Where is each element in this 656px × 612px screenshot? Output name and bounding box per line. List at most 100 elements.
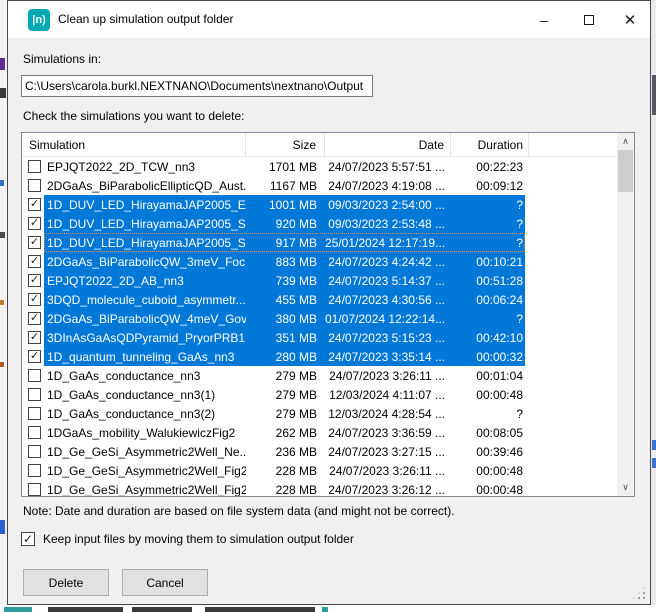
background-window-sliver <box>4 607 32 612</box>
row-simulation-name: 1D_Ge_GeSi_Asymmetric2Well_Fig2 <box>44 483 246 497</box>
row-simulation-name: 1D_DUV_LED_HirayamaJAP2005_SL... <box>44 236 246 250</box>
row-checkbox-checked[interactable]: ✓ <box>28 217 41 230</box>
row-checkbox[interactable] <box>28 426 41 439</box>
row-checkbox-checked[interactable]: ✓ <box>28 293 41 306</box>
table-row[interactable]: 2DGaAs_BiParabolicEllipticQD_Aust...1167… <box>22 176 617 195</box>
list-header: Simulation Size Date Duration <box>22 133 617 157</box>
cancel-button[interactable]: Cancel <box>122 569 208 596</box>
table-row[interactable]: 1D_GaAs_conductance_nn3(1)279 MB12/03/20… <box>22 385 617 404</box>
list-scrollbar[interactable]: ∧ ∨ <box>617 133 634 496</box>
column-header-size[interactable]: Size <box>246 133 325 157</box>
simulations-in-label: Simulations in: <box>23 52 101 66</box>
scrollbar-thumb[interactable] <box>618 150 633 192</box>
row-duration: 00:42:10 <box>451 331 525 345</box>
row-date: 09/03/2023 2:54:00 ... <box>325 198 451 212</box>
row-checkbox-checked[interactable]: ✓ <box>28 312 41 325</box>
row-body[interactable]: 1D_GaAs_conductance_nn3279 MB24/07/2023 … <box>44 366 525 385</box>
minimize-icon: – <box>540 12 548 28</box>
row-body[interactable]: 3DInAsGaAsQDPyramid_PryorPRB1...351 MB24… <box>44 328 525 347</box>
row-size: 279 MB <box>246 369 325 383</box>
row-date: 24/07/2023 5:15:23 ... <box>325 331 451 345</box>
row-body[interactable]: 1D_DUV_LED_HirayamaJAP2005_SL...917 MB25… <box>44 233 525 252</box>
close-button[interactable]: ✕ <box>608 1 652 38</box>
table-row[interactable]: ✓1D_DUV_LED_HirayamaJAP2005_EB...1001 MB… <box>22 195 617 214</box>
background-window-sliver <box>132 607 192 612</box>
row-size: 351 MB <box>246 331 325 345</box>
table-row[interactable]: ✓3DQD_molecule_cuboid_asymmetr...455 MB2… <box>22 290 617 309</box>
row-checkbox[interactable] <box>28 445 41 458</box>
row-duration: 00:06:24 <box>451 293 525 307</box>
table-row[interactable]: ✓EPJQT2022_2D_AB_nn3739 MB24/07/2023 5:1… <box>22 271 617 290</box>
scrollbar-up-icon[interactable]: ∧ <box>617 133 634 150</box>
scrollbar-down-icon[interactable]: ∨ <box>617 479 634 496</box>
row-body[interactable]: 1DGaAs_mobility_WalukiewiczFig2262 MB24/… <box>44 423 525 442</box>
row-checkbox-checked[interactable]: ✓ <box>28 331 41 344</box>
delete-button[interactable]: Delete <box>23 569 109 596</box>
row-simulation-name: 1D_Ge_GeSi_Asymmetric2Well_Ne... <box>44 445 246 459</box>
row-body[interactable]: 2DGaAs_BiParabolicEllipticQD_Aust...1167… <box>44 176 525 195</box>
table-row[interactable]: ✓1D_quantum_tunneling_GaAs_nn3280 MB24/0… <box>22 347 617 366</box>
row-checkbox[interactable] <box>28 483 41 496</box>
row-date: 24/07/2023 4:24:42 ... <box>325 255 451 269</box>
column-header-simulation[interactable]: Simulation <box>22 133 246 157</box>
table-row[interactable]: 1D_Ge_GeSi_Asymmetric2Well_Ne...236 MB24… <box>22 442 617 461</box>
keep-input-files-label: Keep input files by moving them to simul… <box>43 532 354 546</box>
row-body[interactable]: EPJQT2022_2D_AB_nn3739 MB24/07/2023 5:14… <box>44 271 525 290</box>
row-checkbox[interactable] <box>28 407 41 420</box>
table-row[interactable]: EPJQT2022_2D_TCW_nn31701 MB24/07/2023 5:… <box>22 157 617 176</box>
row-body[interactable]: 1D_Ge_GeSi_Asymmetric2Well_Fig2228 MB24/… <box>44 480 525 496</box>
row-checkbox-checked[interactable]: ✓ <box>28 274 41 287</box>
row-simulation-name: 1DGaAs_mobility_WalukiewiczFig2 <box>44 426 246 440</box>
row-duration: ? <box>451 407 525 421</box>
row-simulation-name: 2DGaAs_BiParabolicEllipticQD_Aust... <box>44 179 246 193</box>
row-simulation-name: EPJQT2022_2D_AB_nn3 <box>44 274 246 288</box>
row-checkbox-checked[interactable]: ✓ <box>28 255 41 268</box>
row-checkbox[interactable] <box>28 388 41 401</box>
row-body[interactable]: 1D_DUV_LED_HirayamaJAP2005_SL...920 MB09… <box>44 214 525 233</box>
row-checkbox-checked[interactable]: ✓ <box>28 350 41 363</box>
table-row[interactable]: 1D_GaAs_conductance_nn3(2)279 MB12/03/20… <box>22 404 617 423</box>
window-title: Clean up simulation output folder <box>58 12 233 26</box>
row-body[interactable]: 1D_GaAs_conductance_nn3(1)279 MB12/03/20… <box>44 385 525 404</box>
minimize-button[interactable]: – <box>522 1 566 38</box>
row-body[interactable]: 2DGaAs_BiParabolicQW_3meV_Foc...883 MB24… <box>44 252 525 271</box>
table-row[interactable]: 1D_Ge_GeSi_Asymmetric2Well_Fig2228 MB24/… <box>22 480 617 496</box>
row-checkbox[interactable] <box>28 179 41 192</box>
column-header-date[interactable]: Date <box>325 133 451 157</box>
table-row[interactable]: ✓2DGaAs_BiParabolicQW_4meV_Gov...380 MB0… <box>22 309 617 328</box>
row-checkbox-checked[interactable]: ✓ <box>28 198 41 211</box>
table-row[interactable]: 1DGaAs_mobility_WalukiewiczFig2262 MB24/… <box>22 423 617 442</box>
table-row[interactable]: ✓1D_DUV_LED_HirayamaJAP2005_SL...920 MB0… <box>22 214 617 233</box>
row-body[interactable]: 2DGaAs_BiParabolicQW_4meV_Gov...380 MB01… <box>44 309 525 328</box>
row-body[interactable]: 3DQD_molecule_cuboid_asymmetr...455 MB24… <box>44 290 525 309</box>
table-row[interactable]: ✓3DInAsGaAsQDPyramid_PryorPRB1...351 MB2… <box>22 328 617 347</box>
row-checkbox[interactable] <box>28 369 41 382</box>
check-instruction-label: Check the simulations you want to delete… <box>23 109 244 123</box>
column-header-duration[interactable]: Duration <box>451 133 529 157</box>
row-body[interactable]: 1D_Ge_GeSi_Asymmetric2Well_Fig2...228 MB… <box>44 461 525 480</box>
row-simulation-name: 1D_quantum_tunneling_GaAs_nn3 <box>44 350 246 364</box>
table-row[interactable]: ✓1D_DUV_LED_HirayamaJAP2005_SL...917 MB2… <box>22 233 617 252</box>
title-bar: |n) Clean up simulation output folder – … <box>8 1 650 38</box>
output-path-input[interactable] <box>21 75 373 97</box>
row-body[interactable]: 1D_GaAs_conductance_nn3(2)279 MB12/03/20… <box>44 404 525 423</box>
row-body[interactable]: EPJQT2022_2D_TCW_nn31701 MB24/07/2023 5:… <box>44 157 525 176</box>
table-row[interactable]: 1D_Ge_GeSi_Asymmetric2Well_Fig2...228 MB… <box>22 461 617 480</box>
table-row[interactable]: ✓2DGaAs_BiParabolicQW_3meV_Foc...883 MB2… <box>22 252 617 271</box>
row-simulation-name: 1D_GaAs_conductance_nn3(2) <box>44 407 246 421</box>
row-body[interactable]: 1D_DUV_LED_HirayamaJAP2005_EB...1001 MB0… <box>44 195 525 214</box>
keep-input-files-checkbox[interactable]: ✓ Keep input files by moving them to sim… <box>21 532 354 546</box>
row-size: 228 MB <box>246 483 325 497</box>
row-body[interactable]: 1D_quantum_tunneling_GaAs_nn3280 MB24/07… <box>44 347 525 366</box>
row-checkbox[interactable] <box>28 464 41 477</box>
table-row[interactable]: 1D_GaAs_conductance_nn3279 MB24/07/2023 … <box>22 366 617 385</box>
background-window-sliver <box>652 440 656 450</box>
row-checkbox[interactable] <box>28 160 41 173</box>
resize-grip[interactable] <box>643 597 645 599</box>
close-icon: ✕ <box>624 11 637 29</box>
row-body[interactable]: 1D_Ge_GeSi_Asymmetric2Well_Ne...236 MB24… <box>44 442 525 461</box>
row-size: 739 MB <box>246 274 325 288</box>
row-checkbox-checked[interactable]: ✓ <box>28 236 41 249</box>
row-duration: 00:51:28 <box>451 274 525 288</box>
maximize-button[interactable] <box>567 1 611 38</box>
